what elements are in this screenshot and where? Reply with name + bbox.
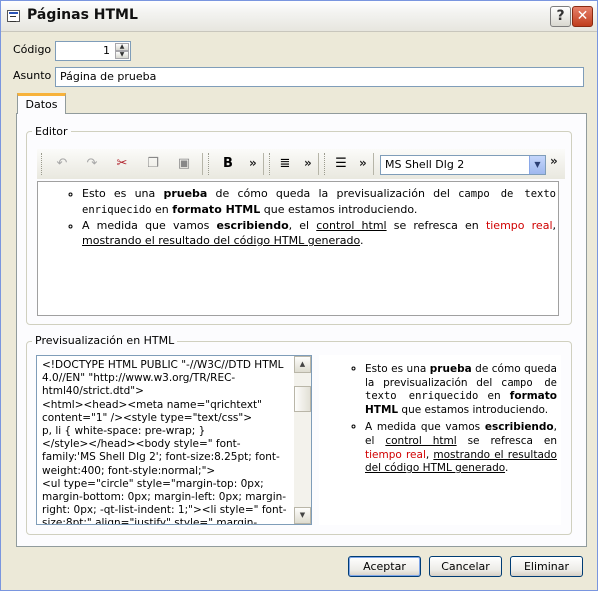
redo-icon[interactable]: ↷ (82, 154, 102, 174)
toolbar-overflow-icon[interactable]: » (249, 156, 257, 170)
copy-icon[interactable]: ❐ (143, 154, 163, 174)
subject-input[interactable]: Página de prueba (55, 67, 584, 87)
html-source-textarea[interactable]: <!DOCTYPE HTML PUBLIC "-//W3C//DTD HTML … (36, 355, 312, 525)
delete-button[interactable]: Eliminar (510, 556, 583, 577)
toolbar-overflow-icon[interactable]: » (550, 154, 558, 168)
list-item: A medida que vamos escribiendo, el contr… (82, 218, 556, 248)
toolbar-grip (324, 153, 327, 175)
close-button[interactable]: ✕ (572, 6, 593, 27)
paste-icon[interactable]: ▣ (174, 154, 194, 174)
tab-datos[interactable]: Datos (17, 93, 66, 114)
undo-icon[interactable]: ↶ (52, 154, 72, 174)
scroll-up-icon[interactable]: ▲ (294, 356, 311, 373)
cut-icon[interactable]: ✂ (112, 154, 132, 174)
numbered-list-icon[interactable]: ☰ (331, 154, 351, 174)
bold-icon[interactable]: B (218, 154, 238, 174)
align-icon[interactable]: ≣ (275, 154, 295, 174)
toolbar-overflow-icon[interactable]: » (304, 156, 312, 170)
font-select-value: MS Shell Dlg 2 (385, 158, 465, 171)
editor-list: Esto es una prueba de cómo queda la prev… (38, 186, 556, 248)
vertical-scrollbar[interactable]: ▲ ▼ (294, 356, 311, 524)
accept-button[interactable]: Aceptar (348, 556, 421, 577)
subject-label: Asunto (13, 69, 52, 82)
list-item: Esto es una prueba de cómo queda la prev… (365, 363, 557, 417)
editor-group-title: Editor (32, 125, 71, 138)
font-select[interactable]: MS Shell Dlg 2 ▼ (380, 155, 546, 175)
toolbar-separator (318, 153, 319, 175)
toolbar-separator (373, 153, 374, 175)
toolbar-overflow-icon[interactable]: » (359, 156, 367, 170)
spin-down-icon[interactable]: ▼ (115, 51, 129, 59)
toolbar-grip (269, 153, 272, 175)
scroll-thumb[interactable] (294, 386, 311, 412)
window-title: Páginas HTML (27, 7, 138, 23)
help-button[interactable]: ? (550, 6, 571, 27)
toolbar-grip (41, 153, 44, 175)
preview-list: Esto es una prueba de cómo queda la prev… (319, 363, 557, 476)
code-spinbox[interactable]: 1 ▲ ▼ (55, 41, 131, 61)
app-icon (7, 10, 20, 22)
html-preview: Esto es una prueba de cómo queda la prev… (319, 355, 561, 525)
list-item: Esto es una prueba de cómo queda la prev… (82, 186, 556, 218)
dialog-window: Páginas HTML ? ✕ Código 1 ▲ ▼ Asunto Pág… (0, 0, 598, 591)
cancel-button[interactable]: Cancelar (429, 556, 502, 577)
code-label: Código (13, 43, 52, 56)
rich-text-editor[interactable]: Esto es una prueba de cómo queda la prev… (37, 181, 559, 316)
toolbar-separator (202, 153, 203, 175)
chevron-down-icon[interactable]: ▼ (529, 156, 545, 174)
toolbar-grip (208, 153, 211, 175)
scroll-down-icon[interactable]: ▼ (294, 507, 311, 524)
preview-group-title: Previsualización en HTML (32, 334, 178, 347)
toolbar-separator (263, 153, 264, 175)
code-value: 1 (103, 44, 110, 57)
list-item: A medida que vamos escribiendo, el contr… (365, 421, 557, 475)
spin-up-icon[interactable]: ▲ (115, 43, 129, 51)
html-source-text: <!DOCTYPE HTML PUBLIC "-//W3C//DTD HTML … (42, 359, 287, 525)
title-bar: Páginas HTML ? ✕ (1, 1, 597, 32)
